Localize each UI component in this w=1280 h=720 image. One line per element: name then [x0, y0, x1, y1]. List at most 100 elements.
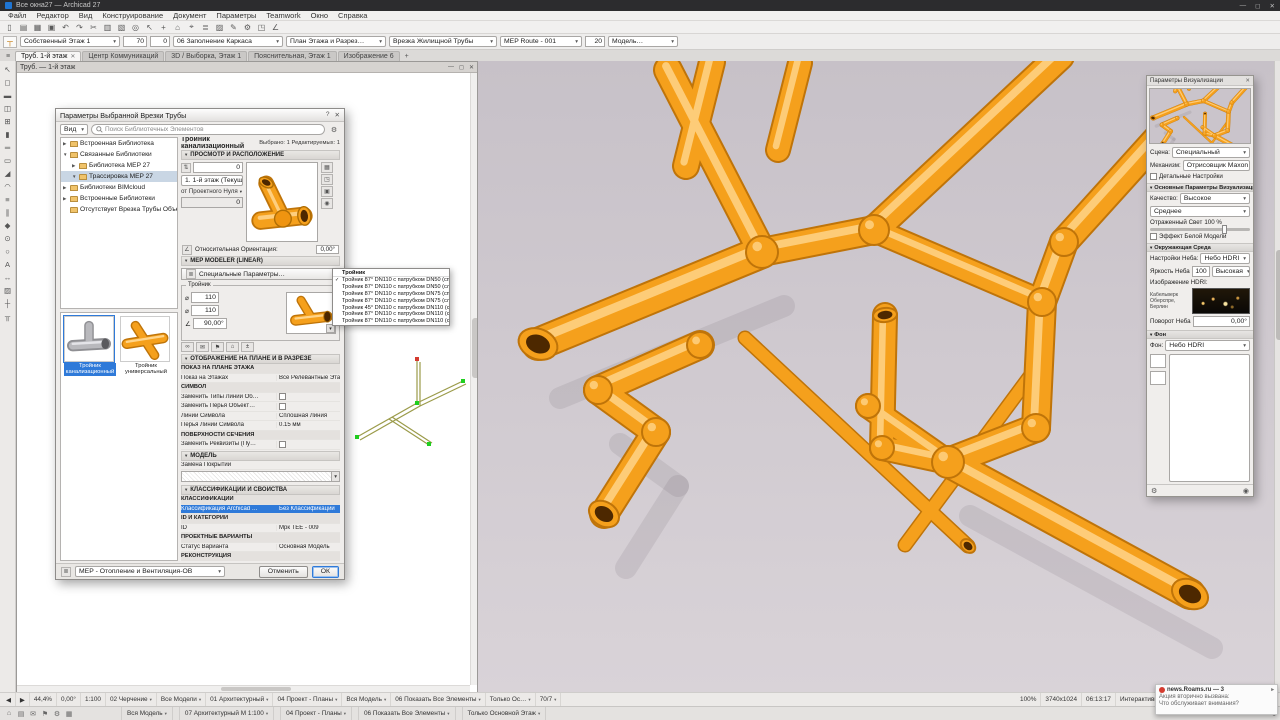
property-row[interactable]: Перья Линий Символа 0.15 мм — [181, 421, 340, 431]
diameter-2-field[interactable]: 110 — [190, 305, 219, 316]
layers-icon[interactable]: ≣ — [199, 22, 212, 33]
library-tree-item[interactable]: ▼ Связанные Библиотеки — [61, 149, 177, 160]
roof-tool-icon[interactable]: ◢ — [1, 167, 14, 179]
plan-vertical-scrollbar[interactable] — [470, 73, 477, 685]
route-combo[interactable]: MEP Route - 001 — [500, 36, 582, 47]
tee-type-option[interactable]: Тройник 87° DN110 с патрубком DN50 (спра… — [333, 277, 449, 284]
library-tree-item[interactable]: ▼ Трассировка MEP 27 — [61, 171, 177, 182]
property-row[interactable]: СИМВОЛ — [181, 383, 340, 393]
object-tool-icon[interactable]: ⊙ — [1, 232, 14, 244]
menu-item[interactable]: Конструирование — [97, 11, 168, 20]
hdri-thumbnail[interactable] — [1192, 288, 1250, 314]
property-row[interactable]: Показ на Этажах Все Релевантные Эта… — [181, 374, 340, 383]
save-icon[interactable]: ▦ — [31, 22, 44, 33]
checkbox[interactable] — [279, 393, 286, 401]
sky-brightness-field[interactable]: 100 — [1191, 266, 1210, 277]
tee-type-option[interactable]: Тройник 87° DN110 с патрубком DN50 (слев… — [333, 284, 449, 291]
plan-window-titlebar[interactable]: Труб. — 1-й этаж — ◻ ✕ — [17, 62, 477, 73]
menu-item[interactable]: Вид — [74, 11, 98, 20]
cancel-button[interactable]: Отменить — [258, 565, 308, 578]
engine-combo[interactable]: Отрисовщик Maxon — [1182, 160, 1250, 171]
home-icon[interactable]: ⌂ — [226, 342, 239, 352]
property-row[interactable]: РЕКОНСТРУКЦИЯ — [181, 552, 340, 561]
property-row[interactable]: Заменить Перья Объект… — [181, 402, 340, 412]
target-icon[interactable]: ⌖ — [185, 22, 198, 33]
close-icon[interactable]: ✕ — [1270, 2, 1275, 10]
menu-item[interactable]: Редактор — [31, 11, 73, 20]
status-icon[interactable]: ▦ — [63, 710, 75, 718]
background-combo[interactable]: Небо HDRI — [1165, 340, 1250, 351]
property-row[interactable]: ID И КАТЕГОРИИ — [181, 514, 340, 524]
menu-item[interactable]: Документ — [168, 11, 211, 20]
library-tree-item[interactable]: ▶ Встроенная Библиотека — [61, 138, 177, 149]
section-mep-modeler[interactable]: MEP MODELER (LINEAR) — [181, 256, 340, 266]
datum-field[interactable]: 0 — [181, 197, 243, 208]
paste-icon[interactable]: ▧ — [115, 22, 128, 33]
link-icon[interactable]: ∞ — [181, 342, 194, 352]
tee-type-option[interactable]: Тройник 87° DN110 с патрубком DN75 (спра… — [333, 291, 449, 298]
status-combo[interactable]: Только Основной Этаж — [461, 707, 547, 720]
checkbox[interactable] — [279, 440, 286, 448]
menu-item[interactable]: Справка — [333, 11, 372, 20]
main-settings-group[interactable]: Основные Параметры Визуализации — [1147, 183, 1253, 192]
plan-close-icon[interactable]: ✕ — [469, 64, 474, 71]
new-file-icon[interactable]: ▯ — [3, 22, 16, 33]
zoom-value[interactable]: 44,4% — [30, 693, 57, 706]
copy-icon[interactable]: ▥ — [101, 22, 114, 33]
menu-item[interactable]: Окно — [306, 11, 333, 20]
story-combo[interactable]: 1. 1-й этаж (Текущий) — [181, 175, 243, 186]
property-row[interactable]: Заменить Реквизиты (Пу… — [181, 440, 340, 450]
status-icon[interactable]: ⌂ — [3, 710, 15, 718]
status-icon[interactable]: ⚙ — [51, 710, 63, 718]
rotation-value[interactable]: 0,00° — [57, 693, 81, 706]
offset-field[interactable]: 70 — [123, 36, 147, 47]
scene-combo[interactable]: Специальный — [1171, 147, 1250, 158]
lamp-tool-icon[interactable]: ○ — [1, 245, 14, 257]
flag-icon[interactable]: ⚑ — [211, 342, 224, 352]
duct-tool-icon[interactable]: ╥ — [1, 310, 14, 322]
cut-icon[interactable]: ✂ — [87, 22, 100, 33]
property-row[interactable]: Заменить Типы Линий Об… — [181, 393, 340, 402]
3d-view-icon[interactable]: ◳ — [255, 22, 268, 33]
stair-tool-icon[interactable]: ≡ — [1, 193, 14, 205]
minimize-icon[interactable]: — — [1240, 2, 1247, 10]
fitting-preview[interactable] — [246, 162, 318, 242]
plan-view-icon[interactable]: ▦ — [321, 162, 333, 173]
sky-combo[interactable]: Небо HDRI — [1200, 253, 1250, 264]
property-row[interactable]: ID Мрк ТЕЕ - 009 — [181, 524, 340, 533]
rotation-field[interactable]: 0,00° — [316, 245, 339, 254]
library-tree-item[interactable]: ▶ Библиотеки BIMcloud — [61, 182, 177, 193]
status-icon[interactable]: ⚑ — [39, 710, 51, 718]
dialog-close-icon[interactable]: ✕ — [335, 111, 340, 119]
dialog-help-icon[interactable]: ? — [326, 111, 330, 119]
palette-close-icon[interactable]: ✕ — [1245, 78, 1250, 84]
property-row[interactable]: ПОВЕРХНОСТИ СЕЧЕНИЯ — [181, 430, 340, 440]
tee-type-option[interactable]: Тройник 87° DN110 с патрубком DN75 (слев… — [333, 297, 449, 304]
3d-view-icon[interactable]: ◳ — [321, 174, 333, 185]
wall-tool-icon[interactable]: ▬ — [1, 89, 14, 101]
status-combo[interactable]: 04 Проект - Планы — [280, 707, 352, 720]
bounce-light-slider[interactable] — [1150, 225, 1250, 234]
status-combo[interactable]: 06 Показать Все Элементы — [357, 707, 456, 720]
dialog-titlebar[interactable]: Параметры Выбранной Врезки Трубы ? ✕ — [56, 109, 344, 122]
section-view-icon[interactable]: ▣ — [321, 186, 333, 197]
diameter-1-field[interactable]: 110 — [190, 292, 219, 303]
quick-option-combo[interactable]: Все Модели — [157, 693, 207, 706]
tee-type-preview[interactable]: ▾ — [286, 292, 336, 334]
pipe-tool-icon[interactable]: ┼ — [1, 297, 14, 309]
quick-option-combo[interactable]: 06 Показать Все Элементы — [391, 693, 486, 706]
menu-item[interactable]: Параметры — [211, 11, 261, 20]
property-row[interactable]: Статус Варианта Основная Модель — [181, 543, 340, 552]
quick-option-combo[interactable]: 01 Архитектурный — [206, 693, 274, 706]
menu-item[interactable]: Файл — [3, 11, 31, 20]
plan-restore-icon[interactable]: ◻ — [459, 64, 464, 71]
library-part-item[interactable]: Тройник канализационный — [63, 315, 116, 376]
palette-titlebar[interactable]: Параметры Визуализации ✕ — [1147, 76, 1253, 86]
status-combo[interactable]: 07 Архитектурный М 1:100 — [178, 707, 275, 720]
render-preview[interactable] — [1149, 88, 1251, 144]
morph-tool-icon[interactable]: ◆ — [1, 219, 14, 231]
elevation-field[interactable]: 0 — [150, 36, 170, 47]
antialias-combo[interactable]: Среднее — [1150, 206, 1250, 217]
home-story-combo[interactable]: Собственный Этаж 1 — [20, 36, 120, 47]
status-icon[interactable]: ✉ — [27, 710, 39, 718]
